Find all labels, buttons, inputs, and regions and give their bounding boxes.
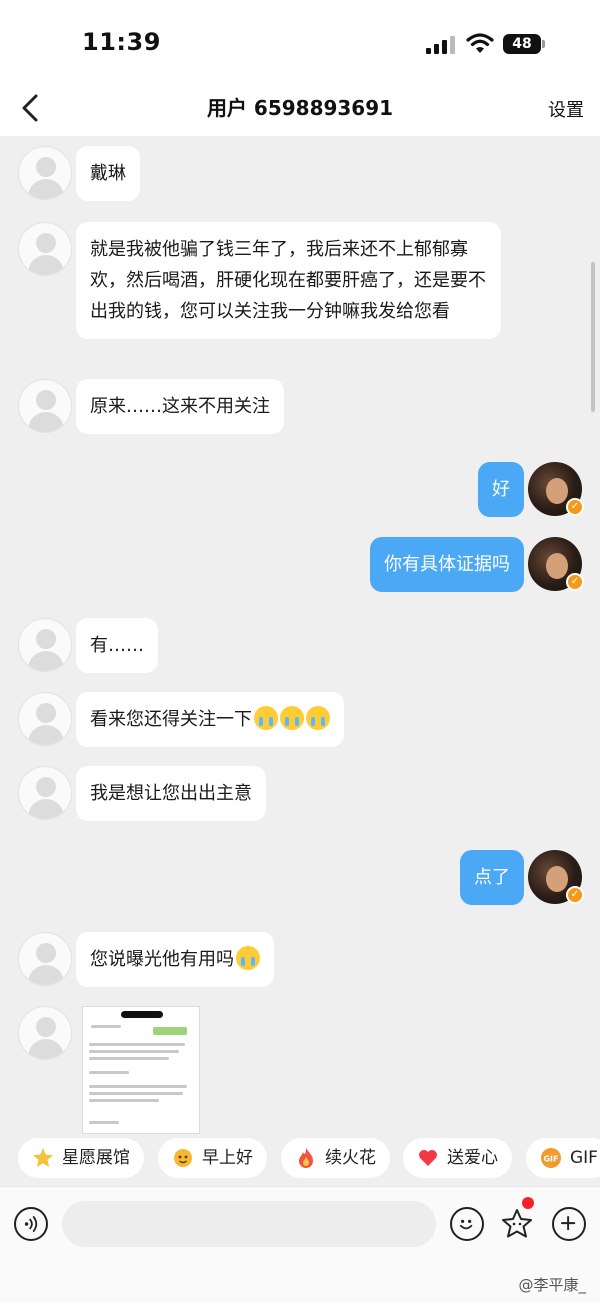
quick-action-chip[interactable]: 早上好	[158, 1138, 267, 1178]
status-time: 11:39	[82, 28, 161, 56]
quick-actions-bar: 星愿展馆 早上好 续火花 送爱心 GIF GIF	[0, 1136, 600, 1186]
incoming-message[interactable]: 我是想让您出出主意	[76, 766, 266, 821]
contact-avatar[interactable]	[18, 222, 72, 276]
incoming-message[interactable]: 您说曝光他有用吗	[76, 932, 274, 987]
outgoing-message[interactable]: 你有具体证据吗	[370, 537, 524, 592]
contact-avatar[interactable]	[18, 932, 72, 986]
quick-action-chip[interactable]: GIF GIF	[526, 1138, 600, 1178]
sun-face-icon	[174, 1149, 192, 1167]
contact-avatar[interactable]	[18, 146, 72, 200]
chat-area[interactable]: 戴琳 就是我被他骗了钱三年了，我后来还不上郁郁寡欢，然后喝酒，肝硬化现在都要肝癌…	[0, 136, 600, 1136]
gif-icon: GIF	[541, 1148, 561, 1168]
notification-dot	[522, 1197, 534, 1209]
crying-emoji-icon	[236, 946, 260, 970]
screenshot-image-message[interactable]	[82, 1006, 200, 1134]
nav-bar: 用户 6598893691 设置	[0, 80, 600, 136]
verified-badge-icon: ✓	[566, 573, 584, 591]
contact-avatar[interactable]	[18, 692, 72, 746]
wifi-icon	[466, 33, 494, 53]
settings-button[interactable]: 设置	[548, 96, 584, 122]
plus-icon[interactable]	[552, 1207, 586, 1241]
cellular-signal-icon	[426, 36, 456, 54]
scrollbar[interactable]	[591, 262, 595, 412]
battery-icon: 48	[503, 34, 545, 54]
watermark: @李平康_	[518, 1276, 586, 1294]
message-text: 您说曝光他有用吗	[90, 949, 234, 970]
incoming-message[interactable]: 有……	[76, 618, 158, 673]
fire-icon	[299, 1148, 313, 1168]
svg-text:GIF: GIF	[543, 1155, 558, 1164]
outgoing-message[interactable]: 点了	[460, 850, 524, 905]
contact-avatar[interactable]	[18, 766, 72, 820]
voice-input-icon[interactable]	[14, 1207, 48, 1241]
conversation-title: 用户 6598893691	[206, 96, 394, 120]
status-bar: 11:39 48	[0, 0, 600, 80]
incoming-message[interactable]: 看来您还得关注一下	[76, 692, 344, 747]
contact-avatar[interactable]	[18, 618, 72, 672]
incoming-message[interactable]: 原来……这来不用关注	[76, 379, 284, 434]
input-bar	[0, 1186, 600, 1303]
heart-icon	[419, 1150, 437, 1166]
crying-emoji-icon	[306, 706, 330, 730]
crying-emoji-icon	[254, 706, 278, 730]
message-text: 看来您还得关注一下	[90, 709, 252, 730]
incoming-message[interactable]: 就是我被他骗了钱三年了，我后来还不上郁郁寡欢，然后喝酒，肝硬化现在都要肝癌了，还…	[76, 222, 501, 339]
contact-avatar[interactable]	[18, 1006, 72, 1060]
outgoing-message[interactable]: 好	[478, 462, 524, 517]
verified-badge-icon: ✓	[566, 886, 584, 904]
quick-action-chip[interactable]: 星愿展馆	[18, 1138, 144, 1178]
contact-avatar[interactable]	[18, 379, 72, 433]
quick-action-chip[interactable]: 送爱心	[403, 1138, 512, 1178]
emoji-picker-icon[interactable]	[450, 1207, 484, 1241]
incoming-message[interactable]: 戴琳	[76, 146, 140, 201]
quick-action-chip[interactable]: 续火花	[281, 1138, 390, 1178]
star-face-icon	[33, 1148, 53, 1167]
crying-emoji-icon	[280, 706, 304, 730]
message-input[interactable]	[62, 1201, 436, 1247]
star-sticker-icon[interactable]	[500, 1207, 534, 1241]
verified-badge-icon: ✓	[566, 498, 584, 516]
